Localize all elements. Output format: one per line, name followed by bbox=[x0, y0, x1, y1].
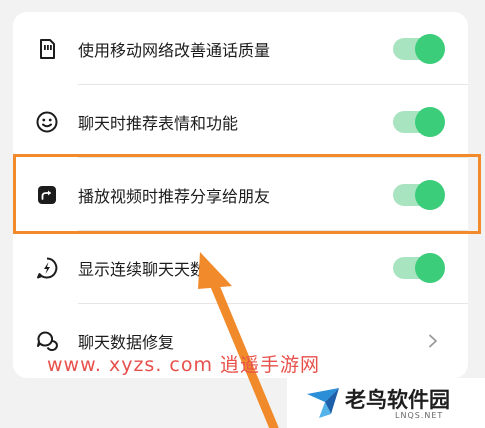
chat-streak-toggle[interactable] bbox=[393, 252, 445, 283]
toggle-knob bbox=[415, 179, 445, 210]
lightning-bubble-icon bbox=[37, 257, 58, 278]
toggle-knob bbox=[415, 106, 445, 137]
setting-row-chat-streak[interactable]: 显示连续聊天天数 bbox=[13, 231, 468, 304]
share-video-toggle[interactable] bbox=[393, 179, 445, 210]
settings-card: 使用移动网络改善通话质量 聊天时推荐表情和功能 播放视频时推荐分享给朋友 显示连… bbox=[13, 12, 468, 378]
watermark-text: www. xyzs. com 逍遥手游网 bbox=[47, 354, 321, 376]
setting-label: 使用移动网络改善通话质量 bbox=[78, 40, 271, 60]
toggle-knob bbox=[415, 33, 445, 64]
chevron-right-icon bbox=[429, 334, 437, 347]
setting-row-share-video[interactable]: 播放视频时推荐分享给朋友 bbox=[13, 158, 468, 231]
toggle-knob bbox=[415, 252, 445, 283]
setting-label: 聊天数据修复 bbox=[78, 332, 175, 352]
recommend-emoji-toggle[interactable] bbox=[393, 106, 445, 137]
setting-label: 播放视频时推荐分享给朋友 bbox=[78, 186, 271, 206]
watermark-brand: 老鸟软件园 bbox=[345, 388, 450, 412]
smiley-icon bbox=[36, 111, 58, 132]
setting-row-recommend-emoji[interactable]: 聊天时推荐表情和功能 bbox=[13, 85, 468, 158]
setting-row-mobile-network[interactable]: 使用移动网络改善通话质量 bbox=[13, 12, 468, 85]
bird-logo-icon bbox=[307, 388, 339, 418]
watermark-brand-sub: LNQS.NET bbox=[395, 411, 444, 420]
sim-card-icon bbox=[40, 38, 55, 59]
mobile-network-toggle[interactable] bbox=[393, 33, 445, 64]
chat-bubbles-icon bbox=[37, 330, 58, 351]
watermark-logo: 老鸟软件园 LNQS.NET bbox=[287, 378, 485, 428]
setting-label: 聊天时推荐表情和功能 bbox=[78, 113, 239, 133]
setting-label: 显示连续聊天天数 bbox=[78, 259, 207, 279]
share-icon bbox=[38, 185, 56, 204]
